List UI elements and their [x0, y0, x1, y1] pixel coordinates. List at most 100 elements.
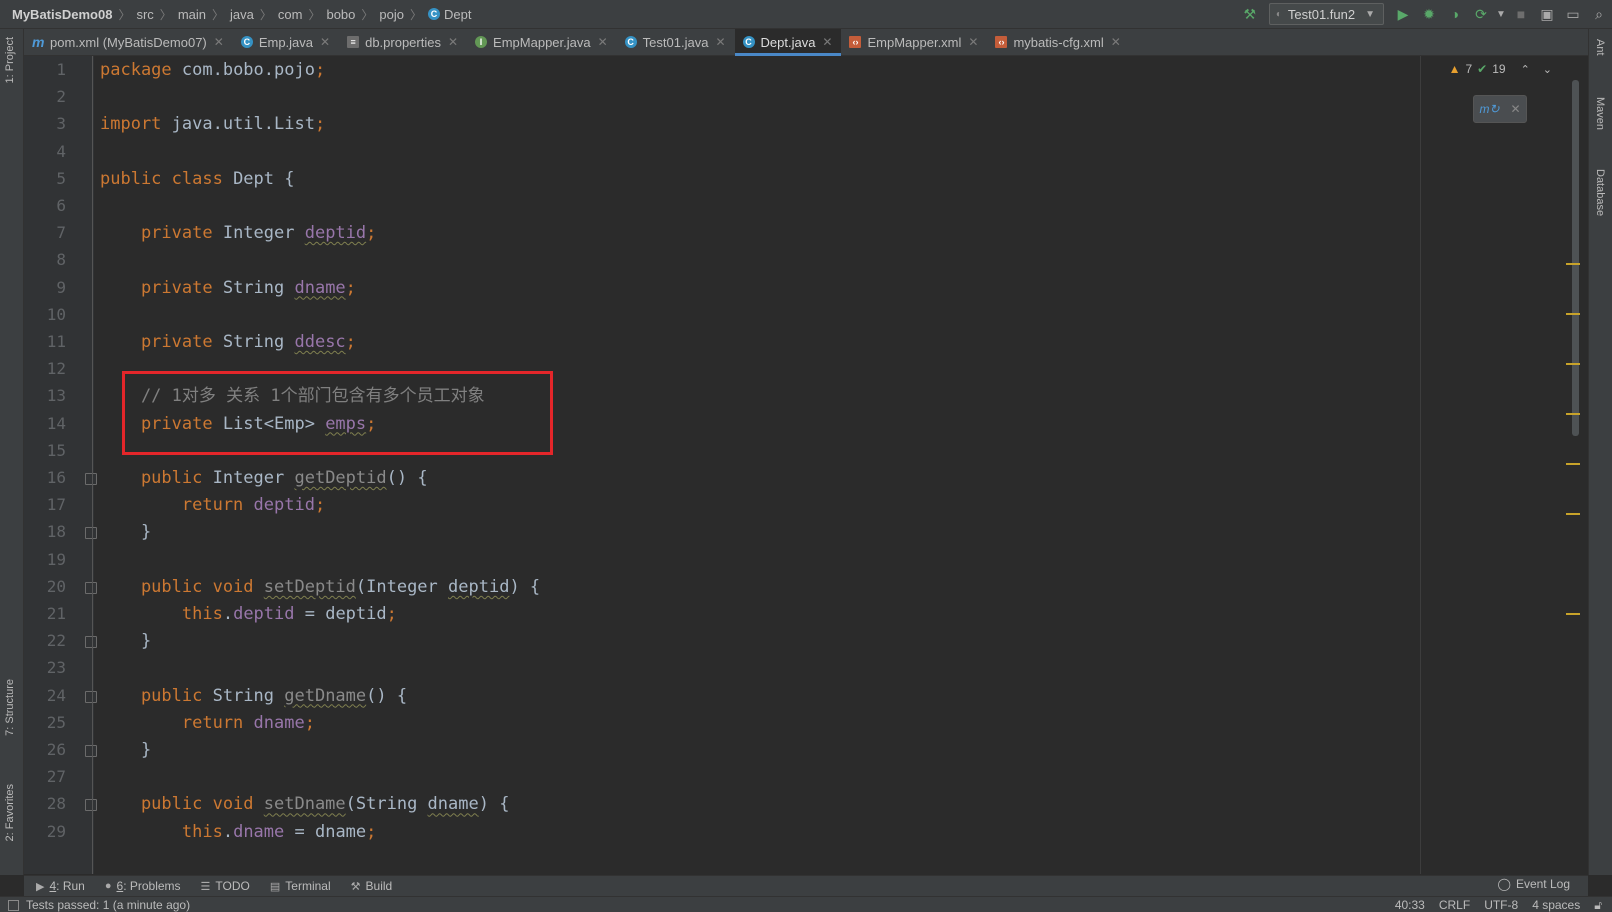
warning-stripe-marker[interactable] [1566, 313, 1580, 315]
build-hammer-icon[interactable]: ⚒ [1237, 3, 1263, 25]
breadcrumb-item-com[interactable]: com [278, 7, 303, 22]
maven-reload-icon[interactable]: m↻ [1479, 102, 1499, 116]
structure-tool-tab[interactable]: 7: Structure [4, 679, 16, 736]
project-tool-tab[interactable]: 1: Project [4, 37, 16, 83]
run-icon[interactable]: ▶ [1390, 3, 1416, 25]
warning-stripe-marker[interactable] [1566, 513, 1580, 515]
warning-stripe-marker[interactable] [1566, 263, 1580, 265]
tab-empmapper-xml[interactable]: ‹› EmpMapper.xml ✕ [841, 29, 987, 55]
code-line[interactable]: private String ddesc; [100, 328, 356, 356]
run-tool-button[interactable]: ▶ 4: Run [36, 879, 85, 893]
inspection-widget[interactable]: ▲ 7 ✔ 19 ⌃ ⌄ [1449, 62, 1552, 76]
tool-num: 6 [116, 879, 124, 893]
more-run-options-icon[interactable]: ▼ [1494, 3, 1508, 25]
maven-reload-popup[interactable]: m↻ ✕ [1473, 95, 1527, 123]
tab-dept-java[interactable]: C Dept.java ✕ [734, 29, 842, 56]
tab-db-properties[interactable]: ≡ db.properties ✕ [339, 29, 467, 55]
code-line[interactable]: this.dname = dname; [100, 818, 377, 846]
code-line[interactable]: public void setDname(String dname) { [100, 790, 510, 818]
code-line[interactable]: public void setDeptid(Integer deptid) { [100, 573, 540, 601]
code-token: deptid [253, 495, 315, 516]
line-number: 2 [56, 87, 66, 107]
chevron-up-icon[interactable]: ⌃ [1521, 63, 1530, 76]
breadcrumb-item-bobo[interactable]: bobo [326, 7, 355, 22]
tab-mybatis-cfg-xml[interactable]: ‹› mybatis-cfg.xml ✕ [987, 29, 1129, 55]
close-icon[interactable]: ✕ [1510, 102, 1520, 116]
close-icon[interactable]: ✕ [320, 35, 330, 49]
database-tool-tab[interactable]: Database [1594, 169, 1606, 216]
code-editor[interactable]: 1 2 3 4 5 6 7 8 9 10 11 12 13 14 15 16 17 18 19 20 21 22 23 24 2… [24, 56, 1588, 874]
fold-marker-icon[interactable] [85, 581, 97, 594]
fold-marker-icon[interactable] [85, 636, 97, 649]
maven-tool-tab[interactable]: Maven [1594, 97, 1606, 130]
fold-marker-icon[interactable] [85, 799, 97, 812]
warning-stripe-marker[interactable] [1566, 463, 1580, 465]
terminal-tool-button[interactable]: ▤ Terminal [270, 879, 331, 893]
tab-emp-java[interactable]: C Emp.java ✕ [233, 29, 339, 55]
code-line[interactable]: } [100, 627, 151, 655]
fold-marker-icon[interactable] [85, 473, 97, 485]
lock-icon[interactable]: 🔓︎ [1594, 897, 1602, 912]
fold-marker-icon[interactable] [85, 745, 97, 757]
fold-marker-icon[interactable] [85, 690, 97, 703]
coverage-icon[interactable]: ◑ [1442, 3, 1468, 25]
status-message[interactable]: Tests passed: 1 (a minute ago) [26, 897, 190, 912]
tool-windows-toggle-icon[interactable] [8, 900, 19, 911]
breadcrumb-item-src[interactable]: src [136, 7, 153, 22]
code-line[interactable]: this.deptid = deptid; [100, 600, 397, 628]
line-number: 10 [46, 304, 66, 324]
run-configuration-select[interactable]: ◐ Test01.fun2 ▼ [1268, 3, 1384, 25]
caret-position[interactable]: 40:33 [1395, 897, 1425, 912]
close-icon[interactable]: ✕ [214, 35, 224, 49]
problems-tool-button[interactable]: ● 6: Problems [105, 879, 181, 893]
code-line[interactable]: } [100, 518, 151, 546]
project-structure-icon[interactable]: ▣ [1534, 3, 1560, 25]
close-icon[interactable]: ✕ [822, 35, 832, 49]
tab-empmapper-java[interactable]: I EmpMapper.java ✕ [467, 29, 617, 55]
code-line[interactable]: import java.util.List; [100, 110, 325, 138]
favorites-tool-tab[interactable]: 2: Favorites [4, 784, 16, 841]
tab-test01-java[interactable]: C Test01.java ✕ [617, 29, 735, 55]
code-line[interactable]: public class Dept { [100, 165, 294, 193]
warning-stripe-marker[interactable] [1566, 413, 1580, 415]
profile-icon[interactable]: ⟳ [1468, 3, 1494, 25]
code-line[interactable]: public Integer getDeptid() { [100, 464, 428, 492]
close-icon[interactable]: ✕ [598, 35, 608, 49]
breadcrumb-separator: 〉 [212, 7, 225, 22]
tab-label: db.properties [365, 34, 441, 50]
breadcrumb-item-project[interactable]: MyBatisDemo08 [12, 7, 112, 22]
code-line[interactable]: return deptid; [100, 491, 325, 519]
warning-stripe-marker[interactable] [1566, 613, 1580, 615]
warning-stripe-marker[interactable] [1566, 363, 1580, 365]
code-line[interactable]: private Integer deptid; [100, 219, 376, 247]
indent-setting[interactable]: 4 spaces [1532, 897, 1580, 912]
window-layout-icon[interactable]: ▭ [1560, 3, 1586, 25]
close-icon[interactable]: ✕ [448, 35, 458, 49]
close-icon[interactable]: ✕ [715, 35, 725, 49]
code-line[interactable]: return dname; [100, 709, 315, 737]
vertical-scrollbar-thumb[interactable] [1572, 80, 1579, 436]
search-everywhere-icon[interactable]: ⌕ [1586, 3, 1612, 25]
line-separator[interactable]: CRLF [1439, 897, 1470, 912]
debug-icon[interactable]: ✹ [1416, 3, 1442, 25]
fold-marker-icon[interactable] [85, 527, 97, 540]
event-log-button[interactable]: ◯ Event Log [1498, 877, 1570, 891]
tab-pom-xml[interactable]: m pom.xml (MyBatisDemo07) ✕ [24, 29, 233, 55]
code-line[interactable]: private String dname; [100, 274, 356, 302]
code-line[interactable]: } [100, 736, 151, 764]
todo-tool-button[interactable]: ☰ TODO [201, 879, 250, 893]
file-encoding[interactable]: UTF-8 [1484, 897, 1518, 912]
build-tool-button[interactable]: ⚒ Build [351, 879, 393, 893]
breadcrumb-item-pojo[interactable]: pojo [379, 7, 404, 22]
close-icon[interactable]: ✕ [968, 35, 978, 49]
code-token: ; [314, 495, 326, 516]
code-line[interactable]: package com.bobo.pojo; [100, 56, 325, 84]
code-line[interactable]: public String getDname() { [100, 682, 407, 710]
close-icon[interactable]: ✕ [1111, 35, 1121, 49]
stop-icon[interactable]: ■ [1508, 3, 1534, 25]
breadcrumb-item-dept[interactable]: C Dept [428, 7, 471, 22]
breadcrumb-item-main[interactable]: main [178, 7, 206, 22]
chevron-down-icon[interactable]: ⌄ [1543, 63, 1552, 76]
breadcrumb-item-java[interactable]: java [230, 7, 254, 22]
ant-tool-tab[interactable]: Ant [1594, 39, 1606, 56]
